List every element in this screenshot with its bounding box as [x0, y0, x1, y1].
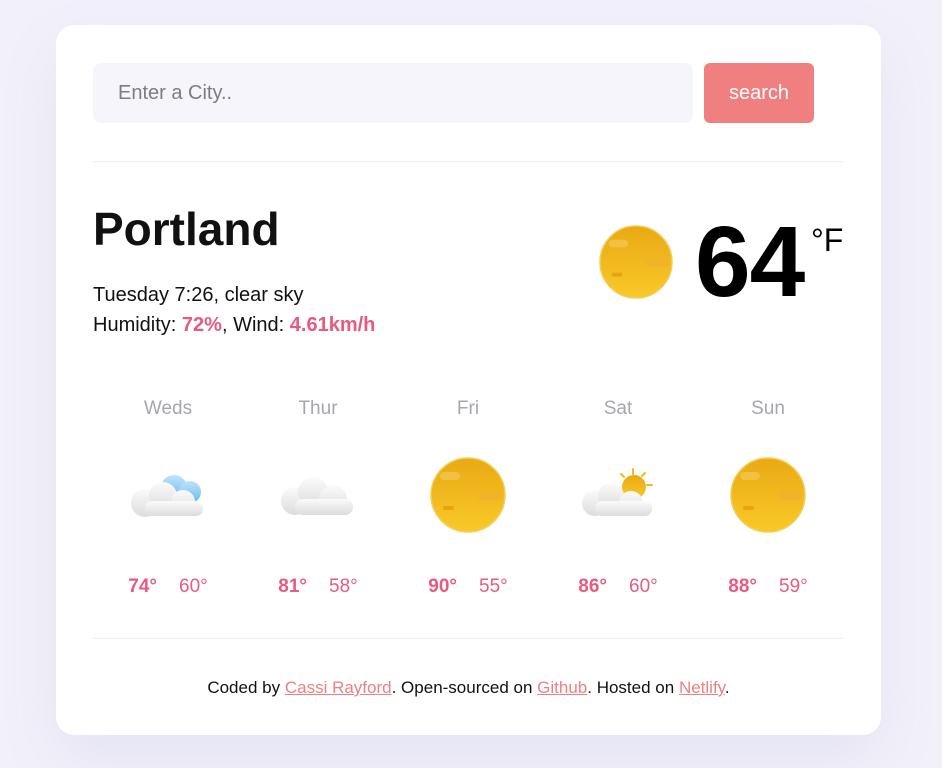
forecast-max: 74°	[128, 576, 157, 597]
conditions: Humidity: 72%, Wind: 4.61km/h	[93, 314, 376, 336]
sun-icon	[728, 455, 808, 535]
city-name: Portland	[93, 203, 280, 255]
forecast-day-name: Fri	[456, 398, 480, 419]
github-link[interactable]: Github	[537, 678, 587, 697]
forecast-day: Thur 81° 58°	[243, 397, 393, 607]
wind-value: 4.61km/h	[289, 314, 376, 336]
humidity-value: 72%	[181, 314, 222, 336]
forecast-temps: 74° 60°	[93, 575, 243, 599]
forecast-max: 86°	[578, 576, 607, 597]
forecast-max: 90°	[428, 576, 457, 597]
forecast-day-name: Thur	[298, 398, 338, 419]
bottom-divider	[93, 638, 843, 639]
forecast-temps: 90° 55°	[393, 575, 543, 599]
forecast-day: Sat 86° 60°	[543, 397, 693, 607]
cloud-icon	[278, 455, 358, 535]
footer: Coded by Cassi Rayford. Open-sourced on …	[56, 677, 881, 699]
netlify-link[interactable]: Netlify	[679, 678, 725, 697]
weather-card: search Portland Tuesday 7:26, clear sky …	[56, 25, 881, 735]
footer-middle-2: . Hosted on	[587, 678, 675, 697]
forecast-temps: 81° 58°	[243, 575, 393, 599]
current-datetime: Tuesday 7:26	[93, 284, 214, 306]
forecast-day: Weds 74° 60°	[93, 397, 243, 607]
forecast-temps: 86° 60°	[543, 575, 693, 599]
search-form: search	[93, 63, 814, 123]
forecast-day-name: Sun	[751, 398, 785, 419]
forecast-min: 60°	[629, 576, 658, 597]
forecast-max: 81°	[278, 576, 307, 597]
forecast-day: Sun 88° 59°	[693, 397, 843, 607]
current-temperature: 64	[695, 206, 805, 318]
forecast: Weds 74° 60° Thur 81° 58° Fri 90° 55° Sat 8…	[93, 397, 843, 607]
wind-label: Wind:	[233, 314, 285, 336]
humidity-label: Humidity:	[93, 314, 177, 336]
forecast-min: 55°	[479, 576, 508, 597]
weather-description: clear sky	[224, 284, 304, 306]
footer-middle-1: . Open-sourced on	[391, 678, 533, 697]
forecast-day-name: Weds	[143, 398, 193, 419]
forecast-min: 59°	[779, 576, 808, 597]
author-link[interactable]: Cassi Rayford	[285, 678, 392, 697]
forecast-day-name: Sat	[603, 398, 633, 419]
partly-cloudy-icon	[578, 455, 658, 535]
forecast-min: 60°	[179, 576, 208, 597]
sun-icon	[428, 455, 508, 535]
temperature-unit[interactable]: °F	[811, 222, 843, 258]
sun-icon	[597, 223, 675, 301]
forecast-min: 58°	[329, 576, 358, 597]
forecast-temps: 88° 59°	[693, 575, 843, 599]
cloud-icon	[128, 455, 208, 535]
forecast-day: Fri 90° 55°	[393, 397, 543, 607]
date-description: Tuesday 7:26, clear sky	[93, 284, 304, 306]
footer-prefix: Coded by	[207, 678, 281, 697]
search-button[interactable]: search	[704, 63, 814, 123]
city-search-input[interactable]	[93, 63, 693, 123]
top-divider	[93, 161, 843, 162]
forecast-max: 88°	[728, 576, 757, 597]
footer-suffix: .	[724, 678, 730, 697]
